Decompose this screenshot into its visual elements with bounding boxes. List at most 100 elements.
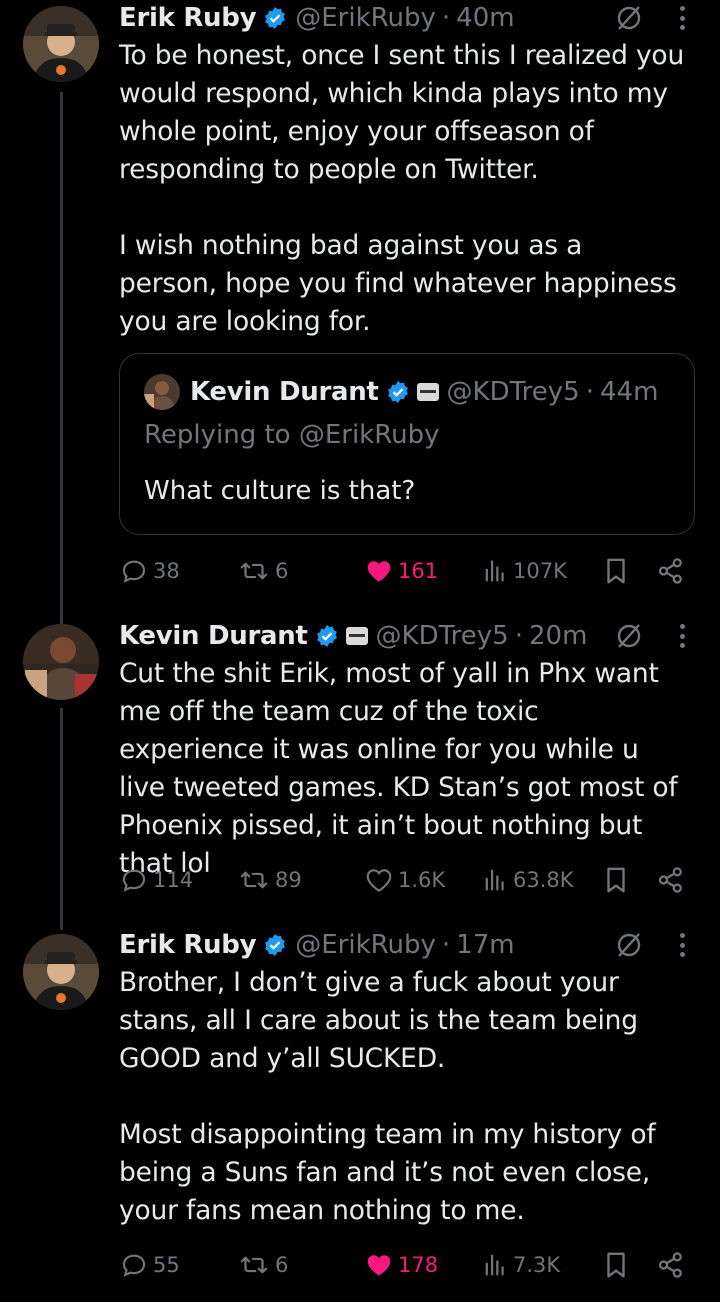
views-button[interactable]: 107K <box>481 553 567 589</box>
quoted-author-handle[interactable]: @KDTrey5 <box>447 377 580 407</box>
avatar-image <box>23 624 99 700</box>
separator-dot: · <box>514 621 523 651</box>
retweet-button[interactable]: 89 <box>237 862 302 898</box>
views-button[interactable]: 63.8K <box>481 862 574 898</box>
heart-icon <box>367 561 391 582</box>
tweet-header: Erik Ruby @ErikRuby · 17m <box>119 927 686 963</box>
author-handle[interactable]: @ErikRuby <box>295 3 436 33</box>
more-vertical-icon[interactable] <box>678 621 686 651</box>
slashed-circle-icon[interactable] <box>614 930 644 960</box>
reply-count: 114 <box>153 868 194 892</box>
avatar[interactable] <box>23 934 99 1010</box>
tweet-text: To be honest, once I sent this I realize… <box>119 40 685 337</box>
share-icon <box>658 558 682 584</box>
author-name[interactable]: Kevin Durant <box>119 621 308 651</box>
reply-bubble-icon <box>122 1254 146 1277</box>
retweet-count: 6 <box>275 559 289 583</box>
reply-bubble-icon <box>122 869 146 892</box>
tweet-text: Brother, I don’t give a fuck about your … <box>119 967 656 1226</box>
quoted-tweet[interactable]: Kevin Durant @KDTrey5 · 44m Replying to … <box>119 353 695 535</box>
views-count: 7.3K <box>513 1253 561 1277</box>
quoted-timestamp: 44m <box>600 377 659 407</box>
like-button[interactable]: 178 <box>364 1247 438 1283</box>
tweet-actions: 55 6 178 7.3K <box>119 1247 686 1283</box>
avatar[interactable] <box>23 6 99 82</box>
views-count: 107K <box>513 559 567 583</box>
views-bars-icon <box>485 869 504 891</box>
verified-badge-icon <box>316 625 337 647</box>
views-bars-icon <box>485 1254 504 1276</box>
share-button[interactable] <box>656 1247 686 1283</box>
heart-icon <box>367 1255 391 1276</box>
tweet-header: Kevin Durant @KDTrey5 · 20m <box>119 618 686 654</box>
retweet-button[interactable]: 6 <box>237 1247 288 1283</box>
share-icon <box>658 867 682 893</box>
reply-button[interactable]: 114 <box>119 862 193 898</box>
affiliate-badge-icon <box>345 627 368 645</box>
bookmark-button[interactable] <box>603 1247 629 1283</box>
tweet-actions: 38 6 161 107K <box>119 553 686 589</box>
avatar-image <box>23 6 99 82</box>
author-handle[interactable]: @ErikRuby <box>295 930 436 960</box>
more-vertical-icon[interactable] <box>678 3 686 33</box>
more-vertical-icon[interactable] <box>678 930 686 960</box>
slashed-circle-icon[interactable] <box>614 3 644 33</box>
separator-dot: · <box>441 930 451 960</box>
retweet-icon <box>240 871 268 889</box>
views-button[interactable]: 7.3K <box>481 1247 560 1283</box>
avatar-image <box>23 934 99 1010</box>
affiliate-badge-icon <box>416 383 439 401</box>
reply-count: 38 <box>153 559 180 583</box>
quoted-author-name[interactable]: Kevin Durant <box>190 377 379 407</box>
share-button[interactable] <box>656 553 686 589</box>
timestamp[interactable]: 40m <box>456 3 514 33</box>
retweet-button[interactable]: 6 <box>237 553 288 589</box>
bookmark-button[interactable] <box>603 862 629 898</box>
retweet-icon <box>240 562 268 580</box>
avatar[interactable] <box>23 624 99 700</box>
reply-count: 55 <box>153 1253 180 1277</box>
heart-icon <box>366 869 392 892</box>
bookmark-icon <box>607 558 625 584</box>
share-icon <box>658 1252 682 1278</box>
views-count: 63.8K <box>513 868 574 892</box>
views-bars-icon <box>485 560 504 582</box>
share-button[interactable] <box>656 862 686 898</box>
like-count: 161 <box>398 559 439 583</box>
slashed-circle-icon[interactable] <box>614 621 644 651</box>
tweet[interactable]: Erik Ruby @ErikRuby · 40m To be honest, … <box>0 0 720 600</box>
like-count: 1.6K <box>398 868 446 892</box>
reply-button[interactable]: 55 <box>119 1247 180 1283</box>
verified-badge-icon <box>265 934 286 956</box>
verified-badge-icon <box>265 7 286 29</box>
tweet[interactable]: Erik Ruby @ErikRuby · 17m Brother, I don… <box>0 927 720 1287</box>
reply-button[interactable]: 38 <box>119 553 180 589</box>
timestamp[interactable]: 17m <box>456 930 514 960</box>
retweet-count: 6 <box>275 1253 289 1277</box>
quoted-tweet-text: What culture is that? <box>144 476 416 506</box>
bookmark-icon <box>607 1252 625 1278</box>
bookmark-icon <box>607 867 625 893</box>
like-button[interactable]: 161 <box>364 553 438 589</box>
author-handle[interactable]: @KDTrey5 <box>376 621 509 651</box>
replying-to[interactable]: Replying to @ErikRuby <box>144 420 440 450</box>
tweet-header: Erik Ruby @ErikRuby · 40m <box>119 0 686 36</box>
retweet-count: 89 <box>275 868 302 892</box>
timestamp[interactable]: 20m <box>529 621 587 651</box>
author-name[interactable]: Erik Ruby <box>119 3 257 33</box>
avatar-image <box>144 374 180 410</box>
tweet-actions: 114 89 1.6K 63.8K <box>119 862 686 898</box>
quoted-tweet-header: Kevin Durant @KDTrey5 · 44m <box>144 374 658 410</box>
avatar <box>144 374 180 410</box>
separator-dot: · <box>441 3 451 33</box>
reply-bubble-icon <box>122 560 146 583</box>
like-button[interactable]: 1.6K <box>364 862 445 898</box>
retweet-icon <box>240 1256 268 1274</box>
like-count: 178 <box>398 1253 439 1277</box>
verified-badge-icon <box>387 381 408 403</box>
bookmark-button[interactable] <box>603 553 629 589</box>
tweet-text: Cut the shit Erik, most of yall in Phx w… <box>119 658 686 879</box>
tweet[interactable]: Kevin Durant @KDTrey5 · 20m Cut the shit… <box>0 618 720 908</box>
separator-dot: · <box>585 377 594 407</box>
author-name[interactable]: Erik Ruby <box>119 930 257 960</box>
